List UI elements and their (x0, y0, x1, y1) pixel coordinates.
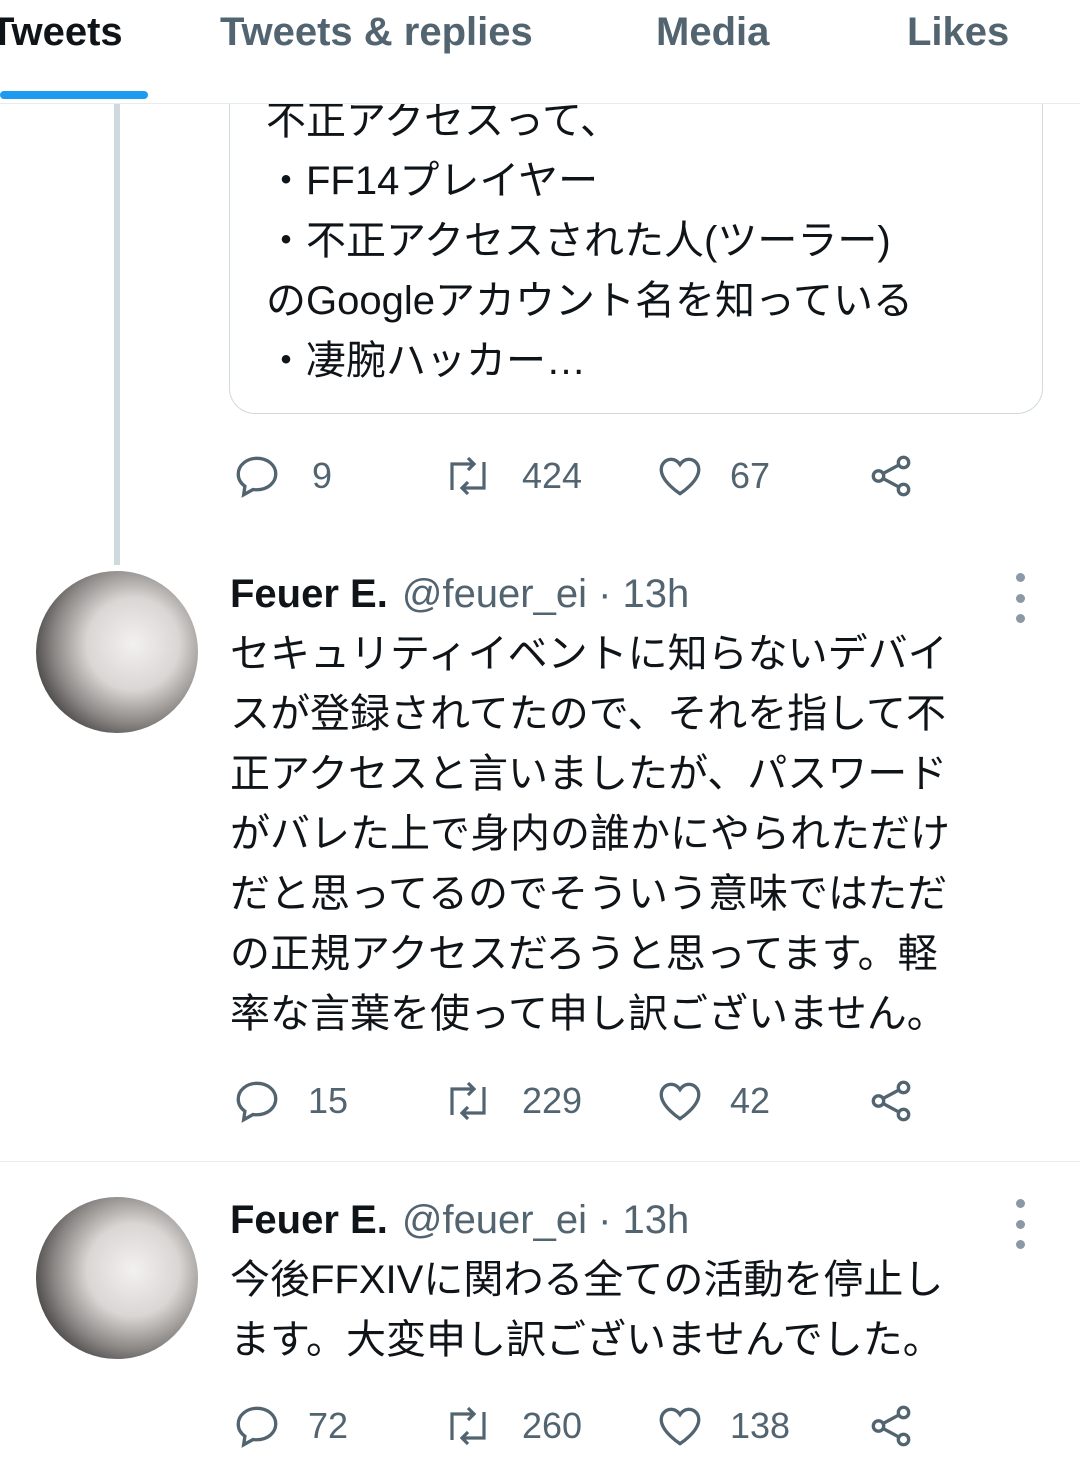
handle-and-time: @feuer_ei · 13h (401, 572, 690, 616)
like-count: 42 (730, 1080, 771, 1121)
tweet-text: 今後FFXIVに関わる全ての活動を停止し ます。大変申し訳ございませんでした。 (230, 1258, 944, 1362)
quoted-tweet-card[interactable]: 不正アクセスって、 ・FF14プレイヤー ・不正アクセスされた人(ツーラー) の… (229, 60, 1043, 414)
avatar[interactable] (36, 1197, 198, 1359)
retweet-button[interactable]: 229 (440, 1071, 582, 1131)
heart-icon (659, 457, 701, 496)
handle-and-time: @feuer_ei · 13h (401, 1198, 690, 1242)
retweet-icon (450, 456, 486, 496)
tweet-actions: 15 229 42 (232, 1071, 952, 1131)
like-count: 138 (730, 1405, 791, 1446)
retweet-button[interactable]: 424 (440, 446, 582, 506)
reply-icon (236, 456, 278, 498)
tab-tweets-and-replies[interactable]: Tweets & replies (220, 10, 533, 55)
retweet-icon (450, 1406, 486, 1446)
retweet-button[interactable]: 260 (440, 1396, 582, 1456)
share-icon (871, 1080, 911, 1122)
heart-icon (659, 1407, 701, 1446)
tweet-header: Feuer E. @feuer_ei · 13h (230, 1198, 689, 1243)
reply-button[interactable]: 9 (232, 446, 332, 506)
tweet-text: セキュリティイベントに知らないデバイ スが登録されてたので、それを指して不 正ア… (230, 632, 950, 1036)
like-button[interactable]: 138 (654, 1396, 790, 1456)
share-button[interactable] (866, 1396, 916, 1456)
share-button[interactable] (866, 1071, 916, 1131)
reply-button[interactable]: 15 (232, 1071, 348, 1131)
display-name[interactable]: Feuer E. (230, 572, 388, 616)
share-button[interactable] (866, 446, 916, 506)
retweet-count: 260 (522, 1405, 583, 1446)
reply-count: 15 (308, 1080, 349, 1121)
display-name[interactable]: Feuer E. (230, 1198, 388, 1242)
reply-icon (236, 1406, 278, 1448)
tweet-actions: 72 260 138 (232, 1396, 952, 1456)
tweet-divider (0, 1161, 1080, 1162)
like-count: 67 (730, 455, 771, 496)
quoted-tweet-text: 不正アクセスって、 ・FF14プレイヤー ・不正アクセスされた人(ツーラー) の… (266, 99, 913, 383)
tab-media[interactable]: Media (656, 10, 769, 55)
avatar[interactable] (36, 571, 198, 733)
retweet-count: 424 (522, 455, 583, 496)
reply-icon (236, 1081, 278, 1123)
more-options-button[interactable] (1000, 1199, 1040, 1249)
heart-icon (659, 1082, 701, 1121)
tab-likes[interactable]: Likes (907, 10, 1009, 55)
share-icon (871, 1405, 911, 1447)
reply-count: 9 (312, 455, 333, 496)
active-tab-indicator (0, 91, 148, 99)
thread-line (114, 103, 120, 565)
profile-tabs: Tweets Tweets & replies Media Likes (0, 0, 1080, 104)
like-button[interactable]: 67 (654, 446, 770, 506)
retweet-icon (450, 1081, 486, 1121)
tweet-header: Feuer E. @feuer_ei · 13h (230, 572, 689, 617)
reply-count: 72 (308, 1405, 349, 1446)
more-options-button[interactable] (1000, 573, 1040, 623)
tweet-actions: 9 424 67 (232, 446, 952, 506)
like-button[interactable]: 42 (654, 1071, 770, 1131)
retweet-count: 229 (522, 1080, 583, 1121)
reply-button[interactable]: 72 (232, 1396, 348, 1456)
tab-tweets[interactable]: Tweets (0, 10, 123, 55)
share-icon (871, 455, 911, 497)
